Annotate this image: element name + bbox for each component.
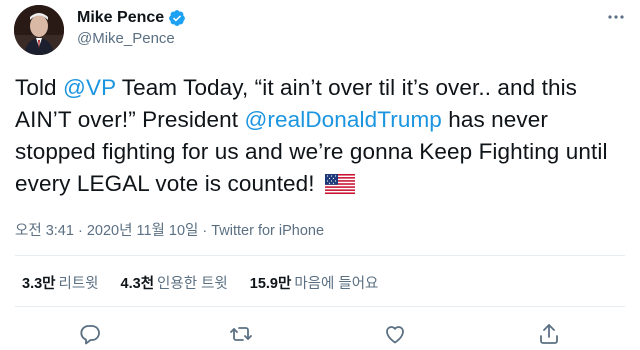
quote-tweet-stat[interactable]: 4.3천 인용한 트윗: [121, 272, 228, 293]
handle[interactable]: @Mike_Pence: [77, 30, 186, 47]
tweet-text-segment: Told: [15, 75, 64, 100]
meta-separator: ·: [198, 223, 212, 239]
verified-badge-icon: [169, 10, 186, 26]
name-row: Mike Pence: [77, 7, 186, 29]
tweet-source[interactable]: Twitter for iPhone: [211, 223, 324, 239]
like-count: 15.9만: [249, 276, 292, 292]
tweet-date[interactable]: 2020년 11월 10일: [87, 223, 199, 239]
retweet-stat[interactable]: 3.3만 리트윗: [22, 272, 99, 293]
quote-label: 인용한 트윗: [157, 276, 228, 292]
display-name[interactable]: Mike Pence: [77, 9, 164, 27]
like-stat[interactable]: 15.9만 마음에 들어요: [250, 272, 379, 293]
like-label: 마음에 들어요: [294, 276, 379, 292]
retweet-label: 리트윗: [58, 276, 99, 292]
tweet-text: Told @VP Team Today, “it ain’t over til …: [15, 72, 625, 200]
avatar[interactable]: [14, 5, 64, 55]
us-flag-emoji: [324, 174, 355, 194]
action-bar: [0, 322, 640, 348]
tweet-meta: 오전 3:41 · 2020년 11월 10일 · Twitter for iP…: [15, 219, 324, 240]
retweet-count: 3.3만: [22, 276, 56, 292]
tweet-card: Mike Pence @Mike_Pence Told @VP Team Tod…: [0, 0, 640, 350]
divider: [15, 255, 625, 256]
share-icon[interactable]: [537, 322, 561, 346]
reply-icon[interactable]: [78, 322, 102, 346]
avatar-image: [14, 5, 64, 55]
mention-link-realdonaldtrump[interactable]: @realDonaldTrump: [244, 107, 441, 132]
retweet-icon[interactable]: [229, 322, 253, 346]
more-options-icon[interactable]: [606, 10, 626, 24]
author-block: Mike Pence @Mike_Pence: [77, 7, 186, 47]
quote-count: 4.3천: [120, 276, 155, 292]
meta-separator: ·: [73, 223, 87, 239]
engagement-stats: 3.3만 리트윗 4.3천 인용한 트윗 15.9만 마음에 들어요: [22, 272, 400, 293]
mention-link-vp[interactable]: @VP: [63, 75, 116, 100]
tweet-time[interactable]: 오전 3:41: [15, 223, 74, 239]
divider: [15, 306, 625, 307]
like-icon[interactable]: [383, 322, 407, 346]
